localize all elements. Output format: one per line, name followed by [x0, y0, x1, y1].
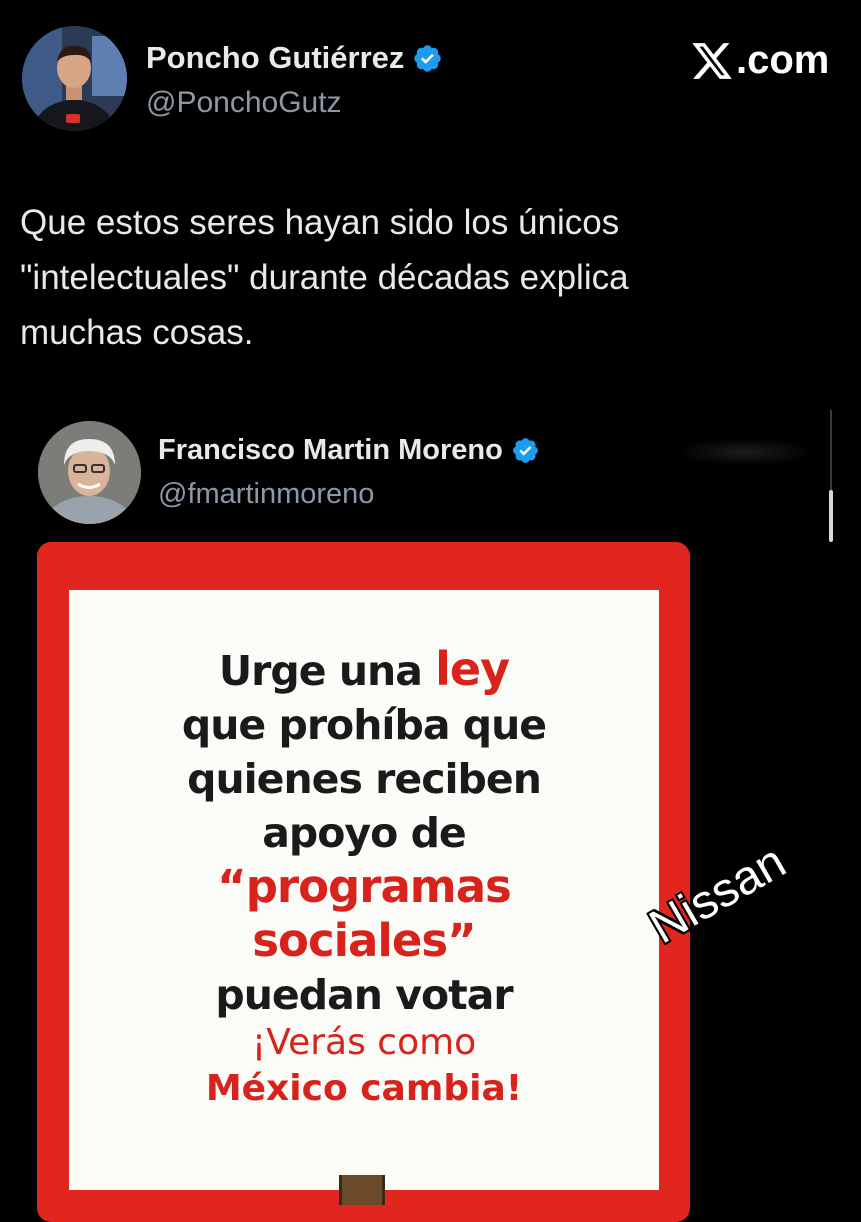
author-handle[interactable]: @PonchoGutz — [146, 86, 342, 120]
verified-badge-icon — [512, 438, 538, 463]
sign-line-highlight: sociales” — [252, 914, 476, 967]
author-avatar-image — [22, 26, 127, 131]
sign-line: puedan votar — [215, 971, 513, 1019]
sign-highlight: ley — [435, 642, 510, 696]
sign-line-highlight: “programas — [217, 860, 512, 913]
post-text-line: Que estos seres hayan sido los únicos — [20, 203, 620, 242]
sign-sub-line: ¡Verás como — [251, 1022, 477, 1063]
author-avatar[interactable] — [22, 26, 127, 131]
sign-main-text: Urge una ley que prohíba que quienes rec… — [69, 642, 659, 1022]
quoted-author-handle[interactable]: @fmartinmoreno — [158, 478, 374, 511]
quoted-author-avatar-image — [38, 421, 141, 524]
blurred-region — [675, 438, 815, 466]
post-text: Que estos seres hayan sido los únicos "i… — [20, 195, 820, 360]
verified-badge-icon — [414, 44, 442, 72]
quoted-author-name[interactable]: Francisco Martin Moreno — [158, 434, 503, 467]
sign-subtext: ¡Verás como México cambia! — [69, 1020, 659, 1112]
x-logo-icon — [692, 42, 732, 79]
scrollbar-thumb[interactable] — [829, 490, 833, 542]
post-header: Poncho Gutiérrez @PonchoGutz .com — [0, 0, 861, 150]
post-text-line: "intelectuales" durante décadas explica — [20, 258, 629, 297]
scrollbar[interactable] — [829, 410, 833, 542]
post-text-line: muchas cosas. — [20, 313, 254, 352]
sign-line: apoyo de — [262, 809, 467, 857]
author-name-row: Poncho Gutiérrez — [146, 40, 443, 76]
sign-panel: Urge una ley que prohíba que quienes rec… — [69, 590, 659, 1190]
quoted-author-name-row: Francisco Martin Moreno — [158, 434, 540, 467]
author-name[interactable]: Poncho Gutiérrez — [146, 40, 404, 76]
sign-sub-line: México cambia! — [205, 1068, 523, 1109]
sign-pole — [339, 1175, 385, 1205]
sign-line: Urge una ley — [218, 642, 510, 696]
quoted-post-image[interactable]: Urge una ley que prohíba que quienes rec… — [37, 542, 690, 1222]
sign-line: quienes reciben — [187, 755, 542, 803]
quoted-author-avatar[interactable] — [38, 421, 141, 524]
brand-label: .com — [690, 38, 829, 83]
sign-line: que prohíba que — [181, 701, 547, 749]
brand-text: .com — [736, 38, 830, 82]
